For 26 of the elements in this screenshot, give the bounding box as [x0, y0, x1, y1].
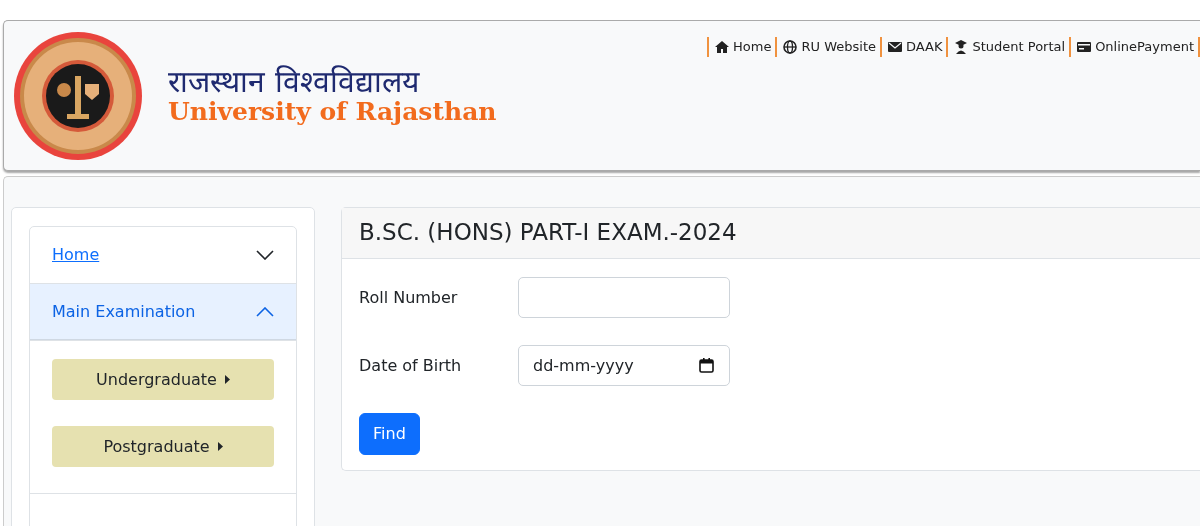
field-label: Date of Birth — [359, 354, 463, 377]
envelope-icon — [888, 40, 902, 54]
home-icon — [715, 40, 730, 54]
header-link[interactable]: Home — [733, 37, 772, 57]
submenu-button[interactable]: Undergraduate — [52, 359, 274, 400]
roll-number-field[interactable] — [518, 277, 730, 318]
accordion-header[interactable]: Main Examination — [30, 284, 296, 341]
caret-right-icon — [224, 375, 230, 384]
field-label: Roll Number — [359, 286, 459, 309]
graduate-icon — [954, 40, 969, 54]
header-link[interactable]: RU Website — [801, 37, 876, 57]
caret-right-icon — [217, 442, 223, 451]
exam-title: B.SC. (HONS) PART-I EXAM.-2024 — [359, 219, 737, 247]
chevron-down-icon — [256, 250, 274, 260]
card-icon — [1077, 40, 1092, 54]
calendar-icon — [699, 358, 714, 373]
submenu-button[interactable]: Postgraduate — [52, 426, 274, 467]
date-field[interactable]: dd-mm-yyyy — [518, 345, 730, 386]
header-link[interactable]: DAAK — [906, 37, 943, 57]
chevron-up-icon — [256, 307, 274, 317]
university-name-english: University of Rajasthan — [168, 98, 497, 126]
header-link[interactable]: OnlinePayment — [1095, 37, 1194, 57]
find-button[interactable]: Find — [359, 413, 420, 455]
header-link[interactable]: Student Portal — [972, 37, 1066, 57]
globe-icon — [783, 40, 798, 54]
university-name-hindi: राजस्थान विश्वविद्यालय — [168, 65, 421, 99]
